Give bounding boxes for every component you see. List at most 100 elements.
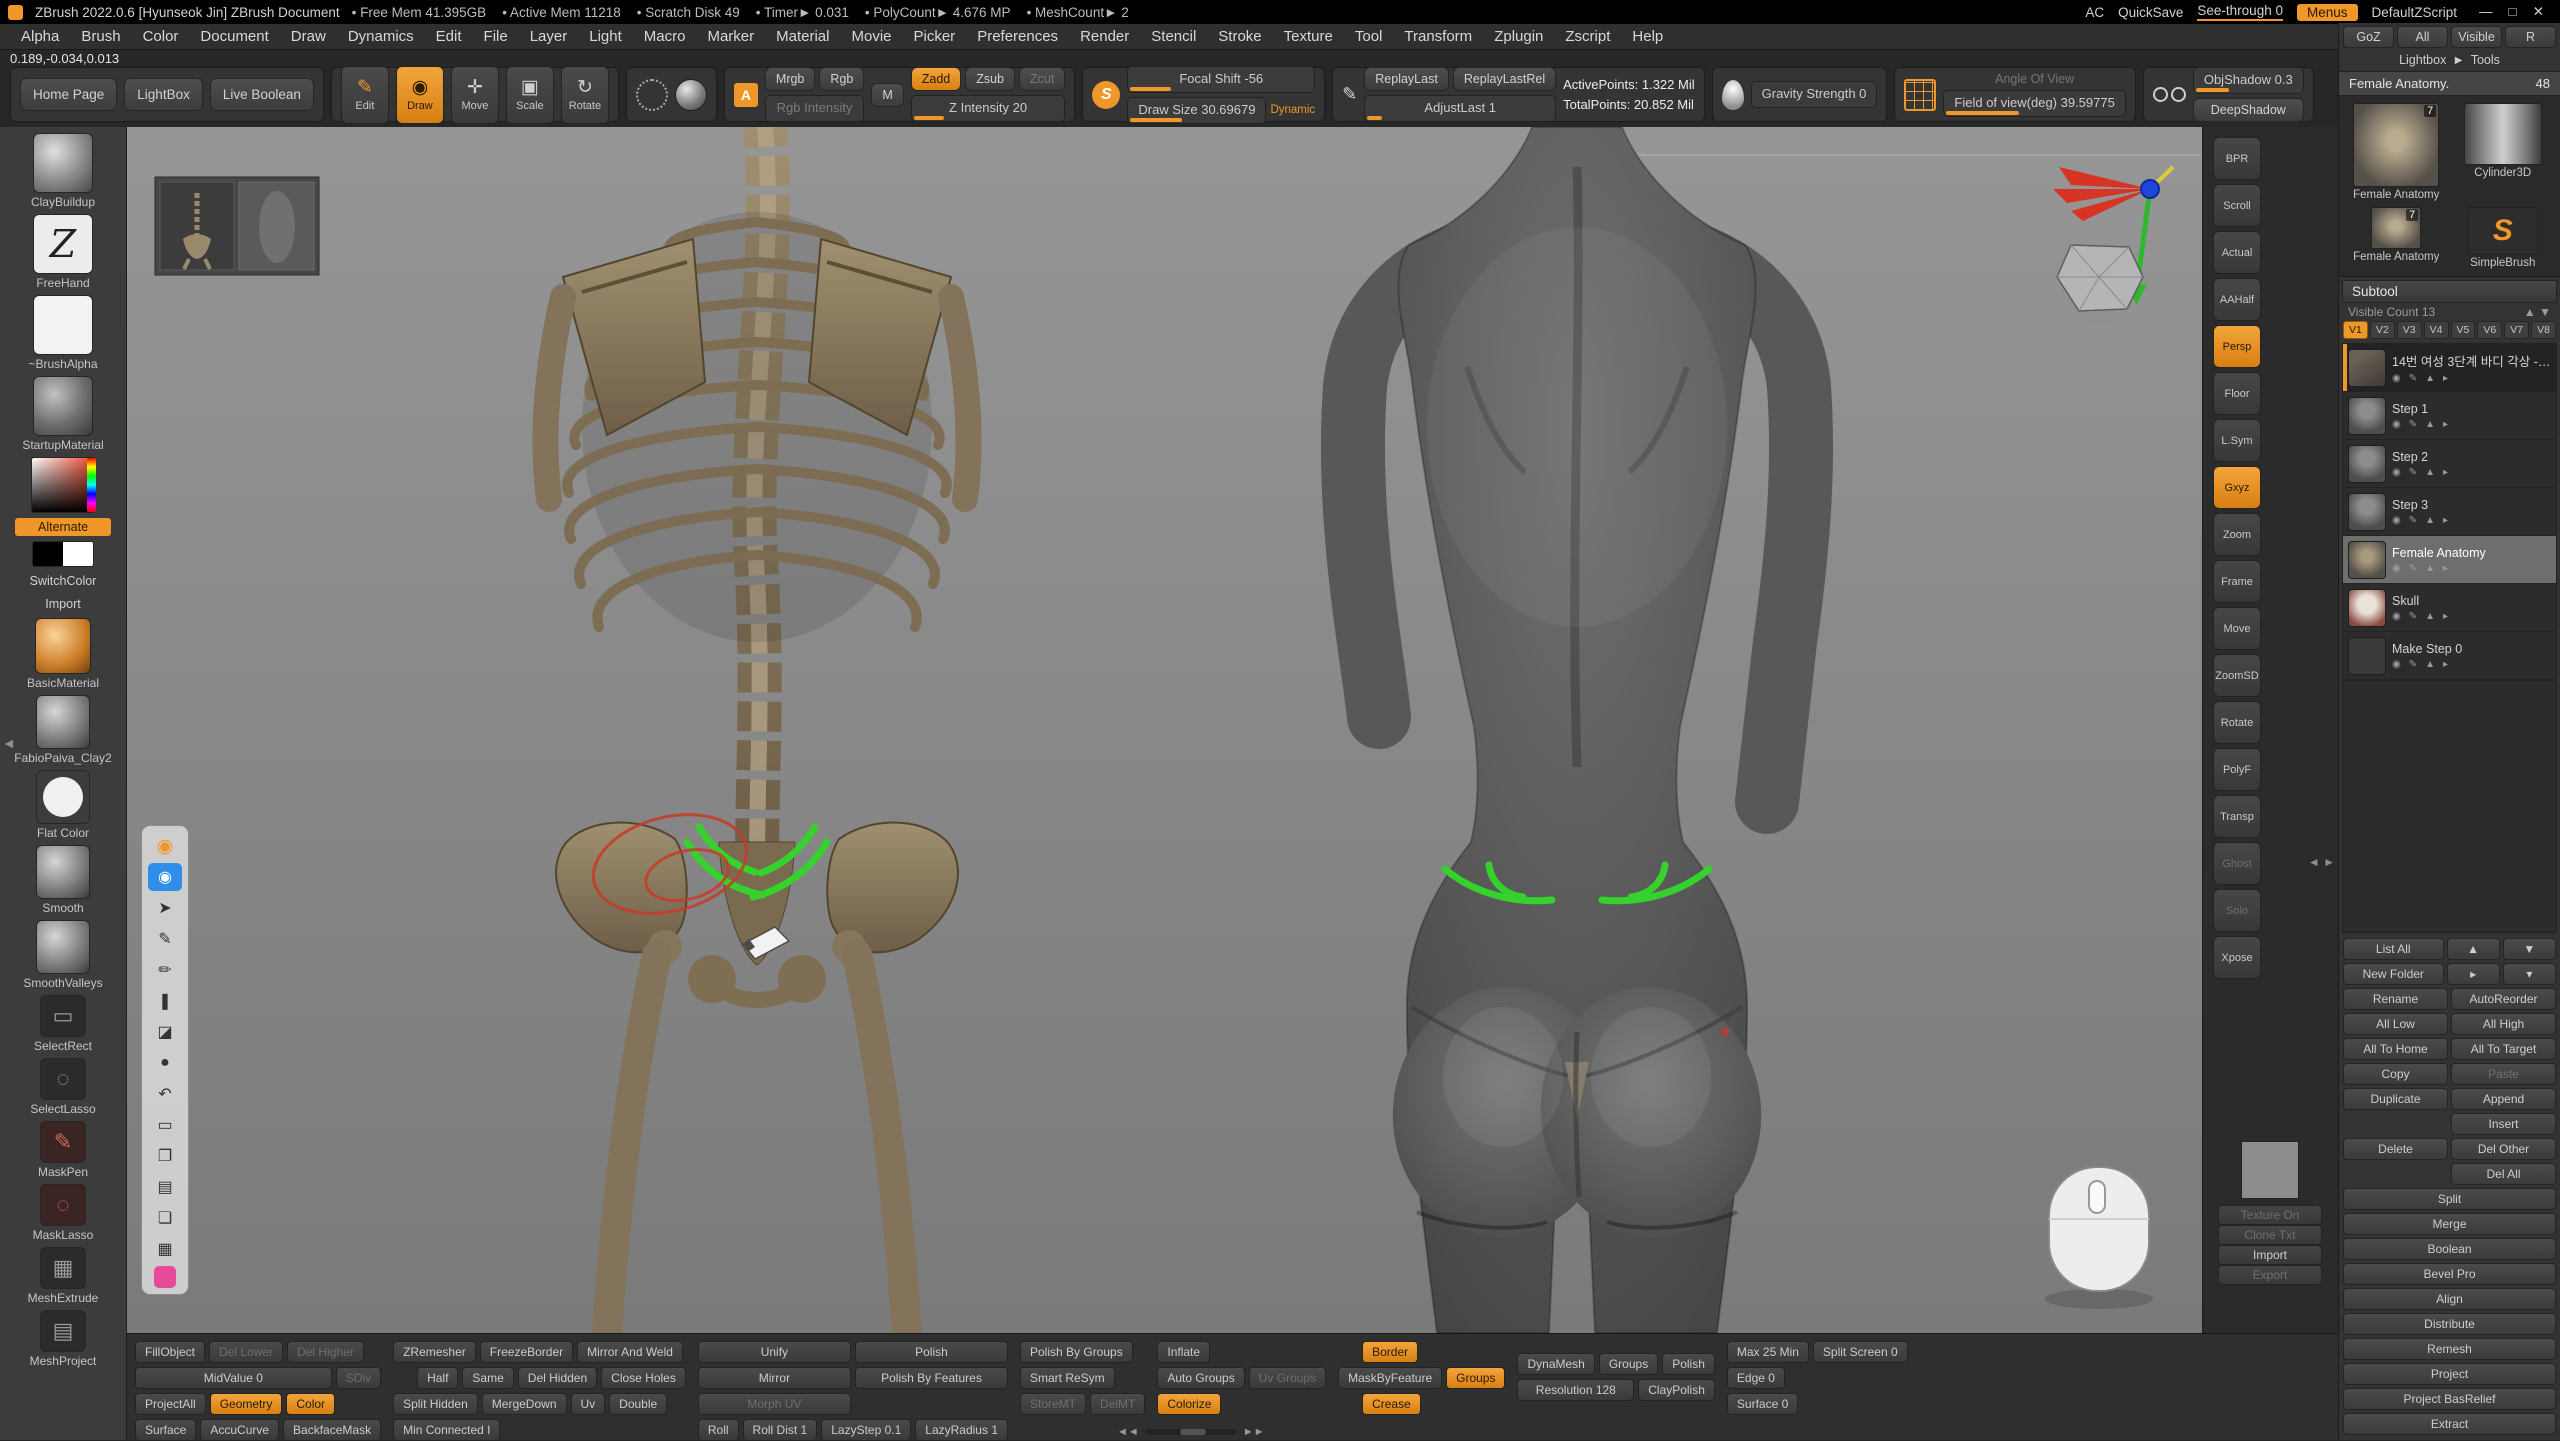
focal-shift-slider[interactable]: Focal Shift -56: [1127, 66, 1315, 93]
pin-icon[interactable]: ◉: [148, 832, 182, 860]
text-tool-icon[interactable]: ▤: [148, 1173, 182, 1201]
mode-draw-button[interactable]: ◉Draw: [396, 66, 444, 124]
menu-file[interactable]: File: [473, 28, 519, 45]
more-icon[interactable]: ▸: [2443, 373, 2448, 384]
bottom-del-higher-button[interactable]: Del Higher: [287, 1341, 364, 1363]
tool-thumb-cylinder3d[interactable]: Cylinder3D: [2453, 103, 2554, 201]
fov-slider[interactable]: Field of view(deg) 39.59775: [1943, 90, 2125, 117]
bottom-accucurve-button[interactable]: AccuCurve: [200, 1419, 279, 1441]
more-icon[interactable]: ▸: [2443, 563, 2448, 574]
paint-icon[interactable]: ✎: [2409, 563, 2417, 574]
size-dot-icon[interactable]: ●: [148, 1049, 182, 1077]
menu-material[interactable]: Material: [765, 28, 840, 45]
scroll-down-icon[interactable]: ▼: [2539, 305, 2551, 319]
bottom-color-button[interactable]: Color: [286, 1393, 335, 1415]
bottom-auto-groups-button[interactable]: Auto Groups: [1157, 1367, 1244, 1389]
palette-item-masklasso[interactable]: ◌MaskLasso: [0, 1184, 126, 1242]
screenshot-icon[interactable]: ❐: [148, 1142, 182, 1170]
bottom-groups-button[interactable]: Groups: [1446, 1367, 1505, 1389]
paint-icon[interactable]: ✎: [2409, 659, 2417, 670]
action-bevel-pro-button[interactable]: Bevel Pro: [2343, 1263, 2556, 1285]
subtool-item-female-anatomy[interactable]: Female Anatomy◉✎▲▸: [2343, 536, 2556, 584]
menu-color[interactable]: Color: [132, 28, 190, 45]
panel-divider-handle[interactable]: ◄ ►: [2308, 855, 2335, 869]
import-button[interactable]: Import: [45, 595, 80, 613]
shelf-bpr-button[interactable]: BPR: [2213, 137, 2261, 180]
paint-icon[interactable]: ✎: [2409, 373, 2417, 384]
palette-item-claybuildup[interactable]: ClayBuildup: [0, 133, 126, 209]
sculpt-icon[interactable]: ▲: [2425, 563, 2435, 574]
sculpt-icon[interactable]: ▲: [2425, 659, 2435, 670]
canvas-background[interactable]: [127, 127, 2202, 1333]
mode-edit-button[interactable]: ✎Edit: [341, 66, 389, 124]
bottom-min-connected-i-button[interactable]: Min Connected I: [393, 1419, 500, 1441]
tools-label[interactable]: Tools: [2471, 53, 2500, 67]
eye-icon[interactable]: ◉: [2392, 659, 2401, 670]
eye-icon[interactable]: ◉: [2392, 563, 2401, 574]
eye-icon[interactable]: ◉: [2392, 515, 2401, 526]
menu-transform[interactable]: Transform: [1393, 28, 1483, 45]
shelf-zoom-button[interactable]: Zoom: [2213, 513, 2261, 556]
action-all-low-button[interactable]: All Low: [2343, 1013, 2448, 1035]
subtool-tab-v2[interactable]: V2: [2370, 321, 2395, 339]
menu-tool[interactable]: Tool: [1344, 28, 1394, 45]
default-zscript-label[interactable]: DefaultZScript: [2372, 5, 2458, 20]
menu-marker[interactable]: Marker: [696, 28, 765, 45]
sculpt-zsub-button[interactable]: Zsub: [965, 67, 1015, 91]
bottom-maskbyfeature-button[interactable]: MaskByFeature: [1338, 1367, 1442, 1389]
action-duplicate-button[interactable]: Duplicate: [2343, 1088, 2448, 1110]
menu-texture[interactable]: Texture: [1273, 28, 1344, 45]
bottom-smart-resym-button[interactable]: Smart ReSym: [1020, 1367, 1115, 1389]
bottom-uv-button[interactable]: Uv: [571, 1393, 606, 1415]
more-icon[interactable]: ▸: [2443, 419, 2448, 430]
action-distribute-button[interactable]: Distribute: [2343, 1313, 2556, 1335]
cursor-icon[interactable]: ➤: [148, 894, 182, 922]
bottom-claypolish-button[interactable]: ClayPolish: [1638, 1379, 1715, 1401]
page-left-icon[interactable]: ◄◄: [1117, 1426, 1139, 1438]
bottom-edge-0-button[interactable]: Edge 0: [1727, 1367, 1785, 1389]
perspective-icon[interactable]: [1904, 79, 1936, 111]
shelf-move-button[interactable]: Move: [2213, 607, 2261, 650]
sculpt-icon[interactable]: ▲: [2425, 467, 2435, 478]
menu-stroke[interactable]: Stroke: [1207, 28, 1272, 45]
quicksave-button[interactable]: QuickSave: [2118, 5, 2183, 20]
shelf-rotate-button[interactable]: Rotate: [2213, 701, 2261, 744]
bottom-unify-button[interactable]: Unify: [698, 1341, 851, 1363]
bottom-del-hidden-button[interactable]: Del Hidden: [518, 1367, 597, 1389]
action-all-to-target-button[interactable]: All To Target: [2451, 1038, 2556, 1060]
action-all-to-home-button[interactable]: All To Home: [2343, 1038, 2448, 1060]
palette-item-alternate[interactable]: Alternate: [0, 518, 126, 536]
shelf-frame-button[interactable]: Frame: [2213, 560, 2261, 603]
replay-lastrel-button[interactable]: ReplayLastRel: [1453, 67, 1556, 91]
texture-import-button[interactable]: Import: [2218, 1245, 2322, 1265]
shelf-l-sym-button[interactable]: L.Sym: [2213, 419, 2261, 462]
subtool-item-14번-여성-3단계-바디-각상-전완[interactable]: 14번 여성 3단계 바디 각상 - [전완]◉✎▲▸: [2343, 344, 2556, 392]
bottom-lazystep-0-1-button[interactable]: LazyStep 0.1: [821, 1419, 911, 1441]
eye-icon[interactable]: ◉: [2392, 467, 2401, 478]
bottom-zremesher-button[interactable]: ZRemesher: [393, 1341, 476, 1363]
bottom-polish-button[interactable]: Polish: [1662, 1353, 1715, 1375]
stroke-s-icon[interactable]: S: [1092, 81, 1120, 109]
sculpt-zadd-button[interactable]: Zadd: [911, 67, 962, 91]
bottom-dynamesh-button[interactable]: DynaMesh: [1517, 1353, 1594, 1375]
replay-last-button[interactable]: ReplayLast: [1364, 67, 1449, 91]
palette-item-maskpen[interactable]: ✎MaskPen: [0, 1121, 126, 1179]
action-insert-button[interactable]: Insert: [2451, 1113, 2556, 1135]
palette-item-basicmaterial[interactable]: BasicMaterial: [0, 618, 126, 690]
action-item-button[interactable]: ▸: [2447, 963, 2500, 985]
minimize-button[interactable]: —: [2471, 4, 2501, 19]
alpha-chip[interactable]: A: [734, 83, 758, 107]
subtool-item-step-3[interactable]: Step 3◉✎▲▸: [2343, 488, 2556, 536]
bottom-double-button[interactable]: Double: [609, 1393, 667, 1415]
action-delete-button[interactable]: Delete: [2343, 1138, 2448, 1160]
bottom-storemt-button[interactable]: StoreMT: [1020, 1393, 1086, 1415]
panel-goz-button[interactable]: GoZ: [2343, 26, 2394, 48]
bottom-fillobject-button[interactable]: FillObject: [135, 1341, 205, 1363]
sculpt-icon[interactable]: ▲: [2425, 419, 2435, 430]
bottom-split-screen-0-button[interactable]: Split Screen 0: [1813, 1341, 1908, 1363]
scroll-track[interactable]: [1146, 1429, 1236, 1435]
palette-item-swatches[interactable]: [0, 541, 126, 567]
texture-export-button[interactable]: Export: [2218, 1265, 2322, 1285]
canvas-viewport[interactable]: [127, 127, 2202, 1333]
action-del-other-button[interactable]: Del Other: [2451, 1138, 2556, 1160]
